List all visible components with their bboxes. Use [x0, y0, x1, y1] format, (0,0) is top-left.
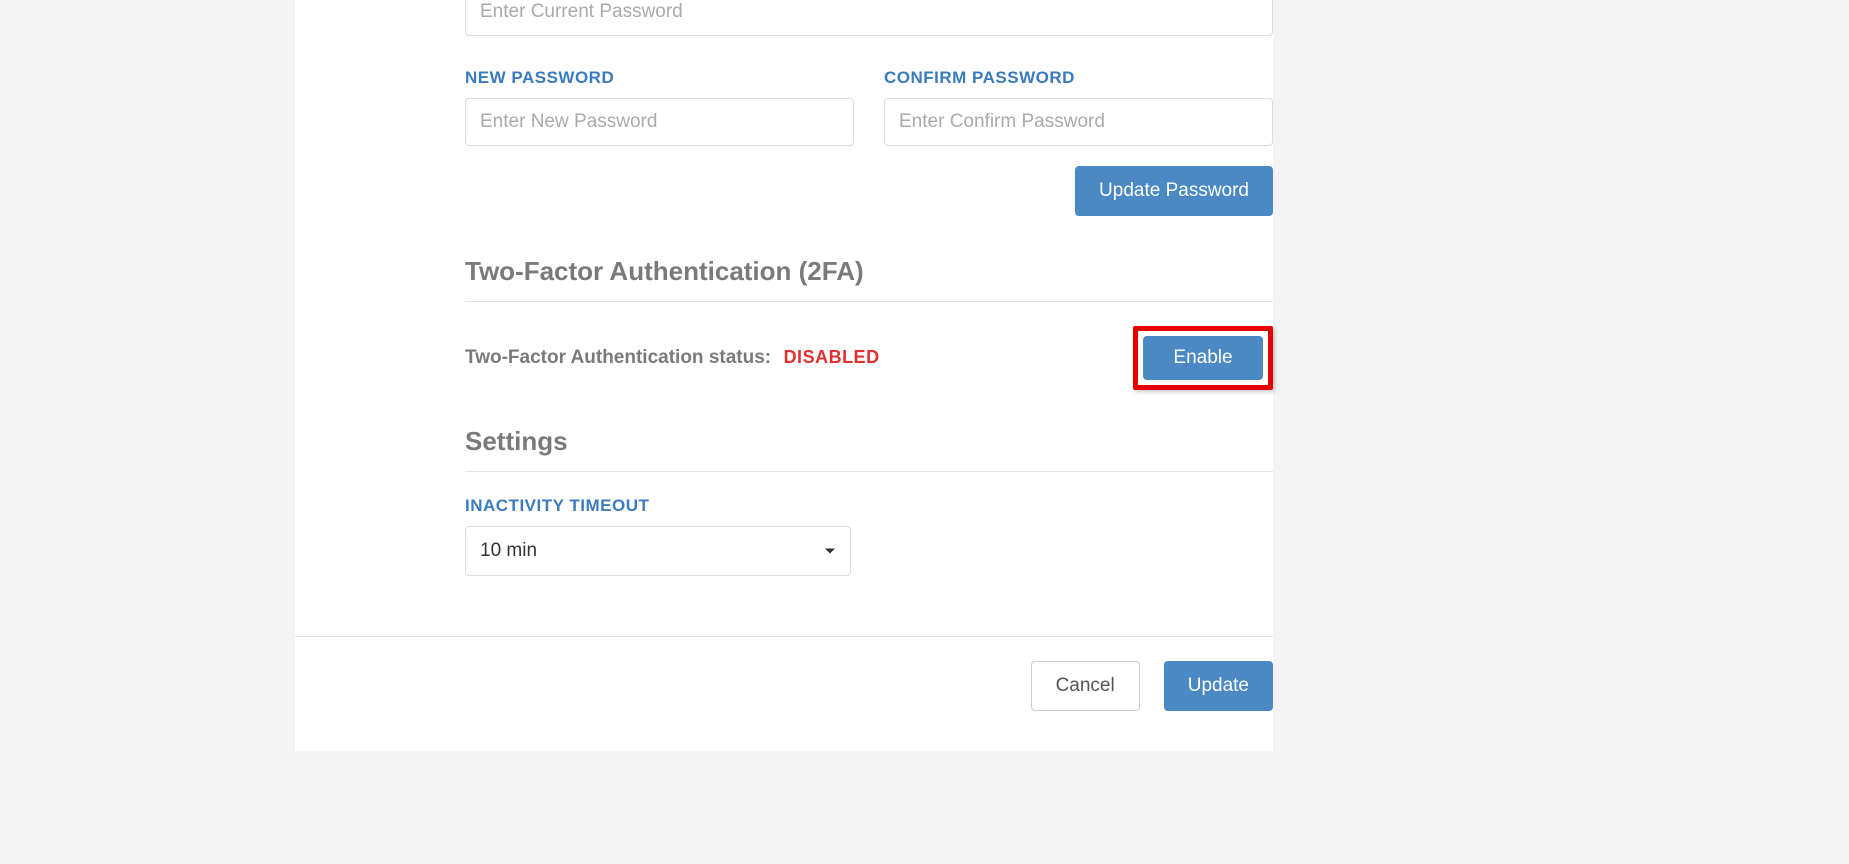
update-button[interactable]: Update [1164, 661, 1273, 711]
update-password-button[interactable]: Update Password [1075, 166, 1273, 216]
inactivity-timeout-select[interactable]: 10 min [465, 526, 851, 576]
settings-heading: Settings [465, 426, 1273, 472]
current-password-input[interactable] [465, 0, 1273, 36]
footer-divider [295, 636, 1273, 637]
confirm-password-label: CONFIRM PASSWORD [884, 68, 1273, 88]
new-password-label: NEW PASSWORD [465, 68, 854, 88]
twofa-heading: Two-Factor Authentication (2FA) [465, 256, 1273, 302]
new-password-input[interactable] [465, 98, 854, 146]
twofa-status-label: Two-Factor Authentication status: [465, 347, 771, 368]
enable-highlight-box: Enable [1133, 326, 1273, 390]
twofa-status-value: DISABLED [784, 347, 880, 367]
cancel-button[interactable]: Cancel [1031, 661, 1140, 711]
inactivity-timeout-label: INACTIVITY TIMEOUT [465, 496, 1273, 516]
confirm-password-input[interactable] [884, 98, 1273, 146]
enable-2fa-button[interactable]: Enable [1143, 336, 1263, 380]
